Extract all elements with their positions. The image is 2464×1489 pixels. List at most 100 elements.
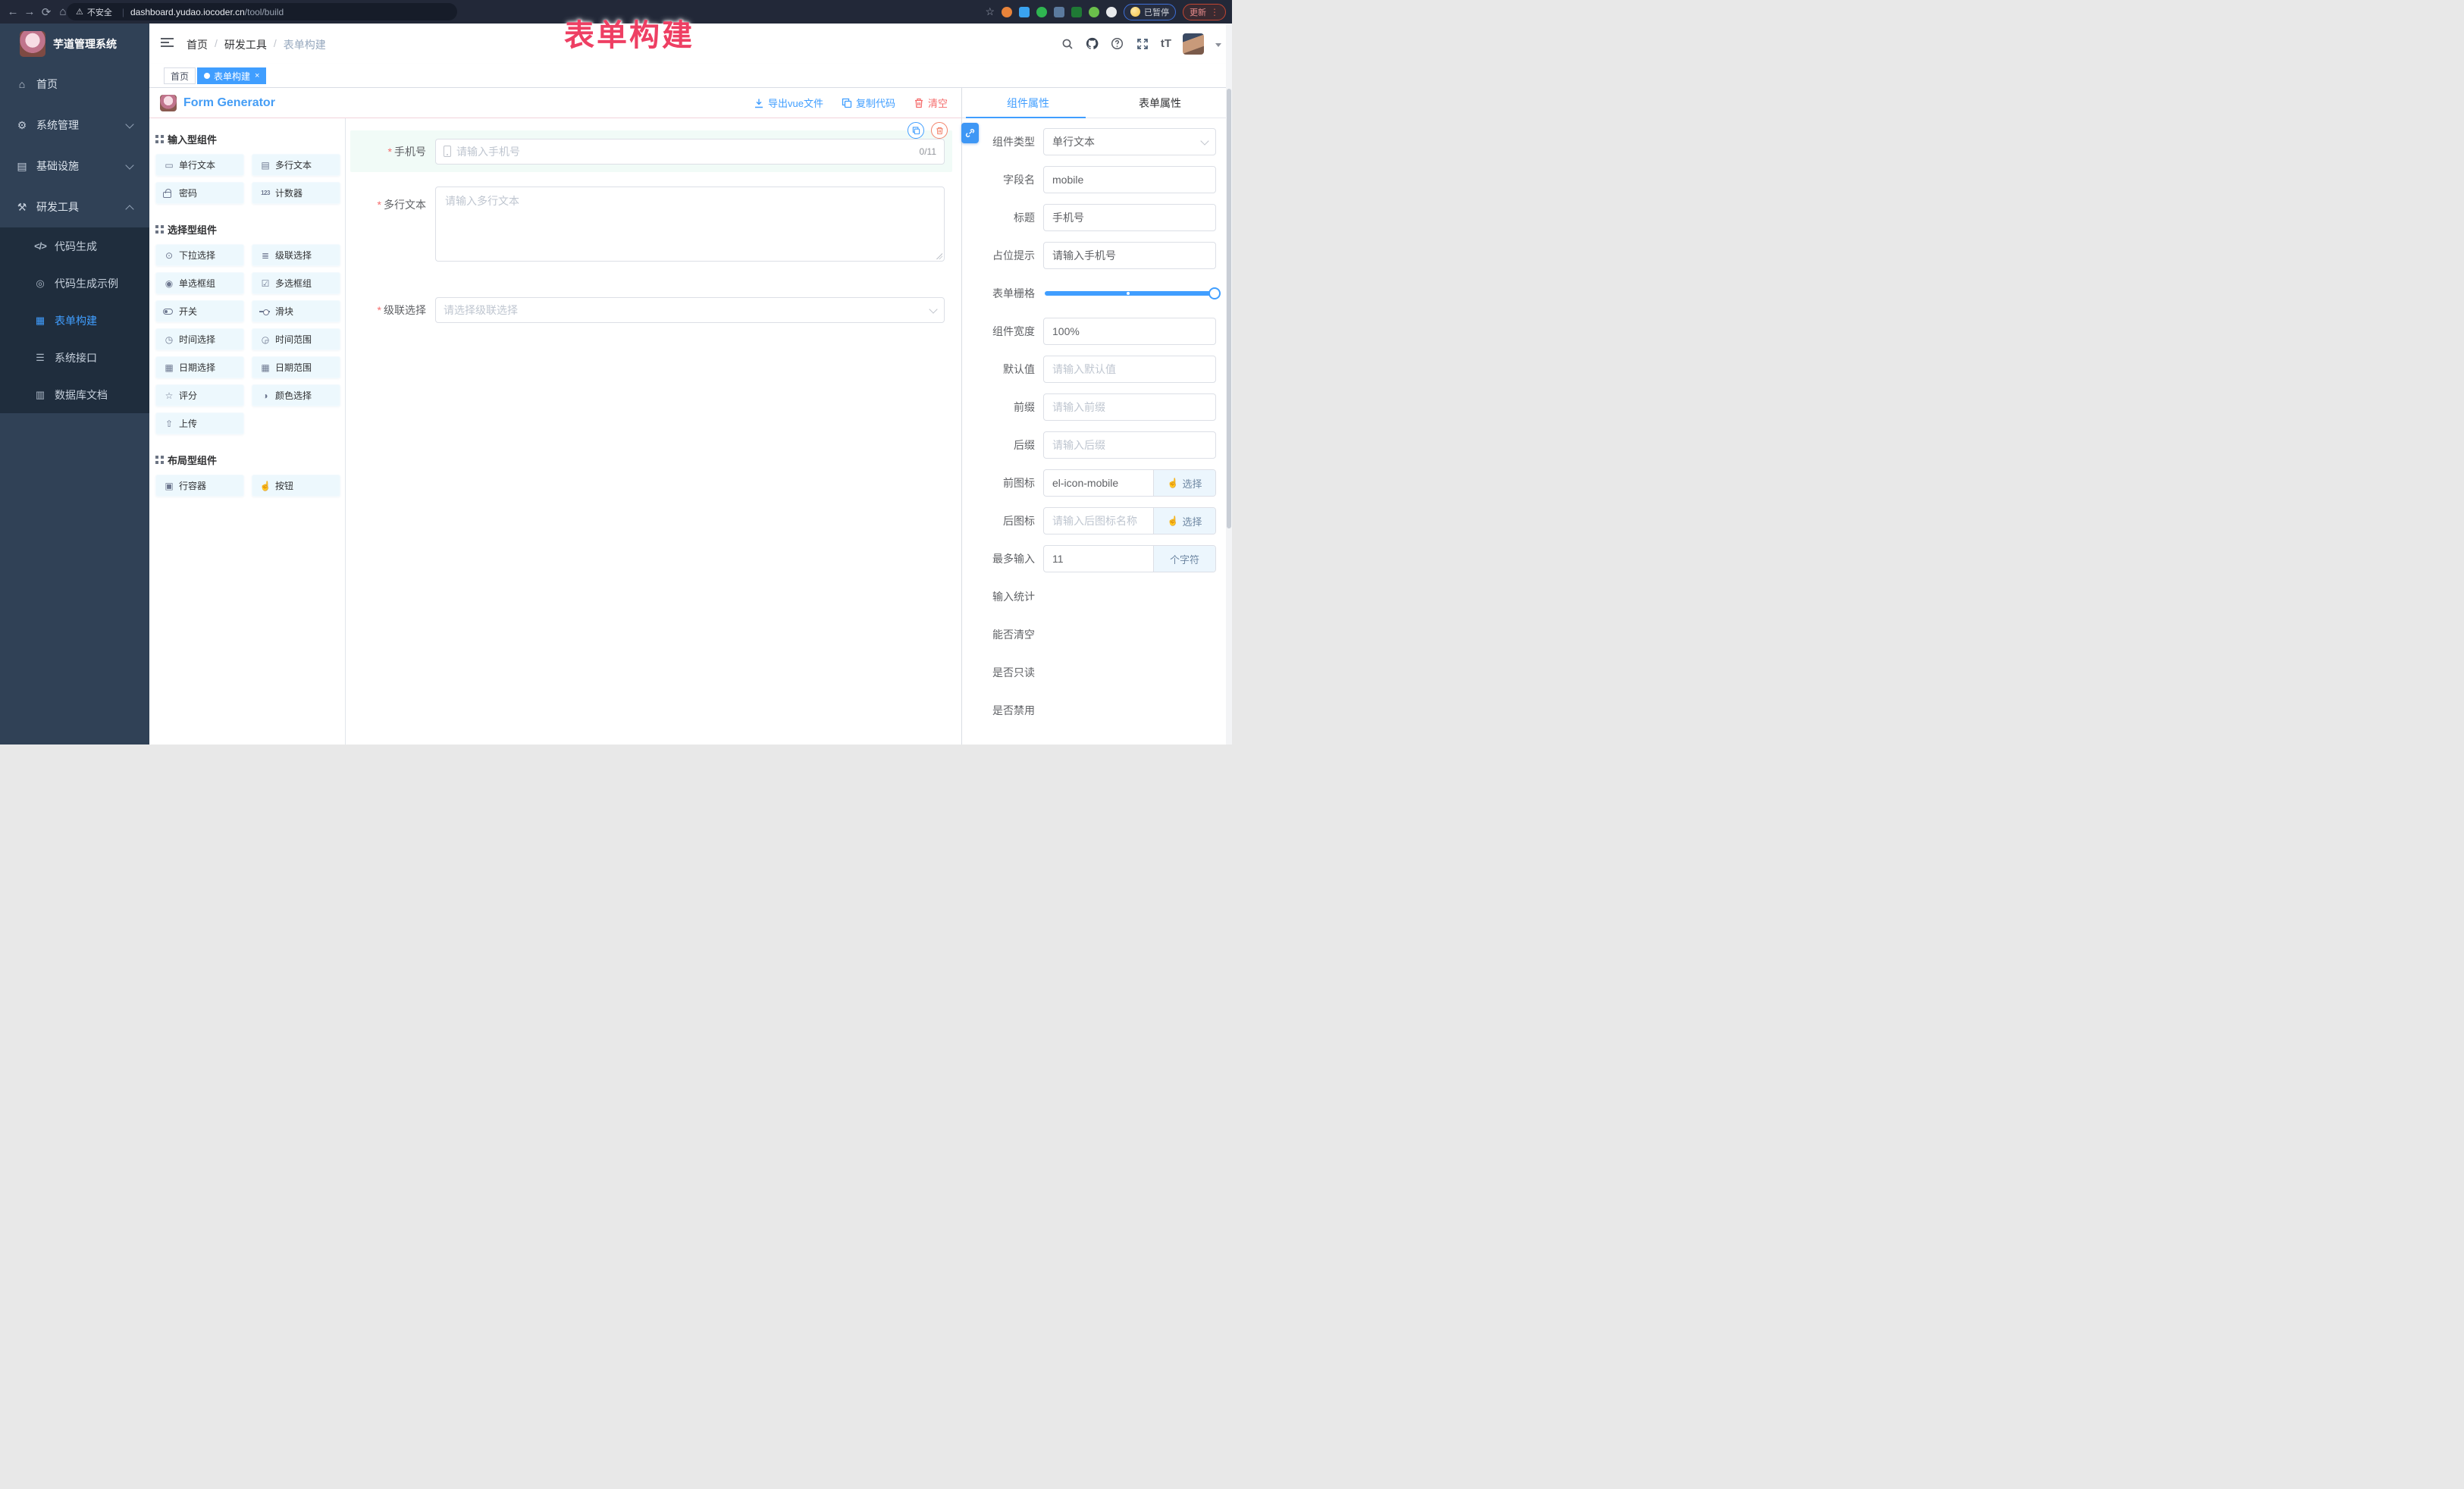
placeholder-input[interactable]: 请输入手机号 bbox=[1043, 242, 1216, 269]
sidebar-item-form-builder[interactable]: ▦ 表单构建 bbox=[0, 302, 149, 339]
extension-on-icon[interactable] bbox=[1071, 7, 1082, 17]
breadcrumb-home[interactable]: 首页 bbox=[187, 37, 208, 52]
choose-suffix-icon-button[interactable]: ☝选择 bbox=[1153, 508, 1215, 534]
prop-row-maxlength: 最多输入 11 个字符 bbox=[962, 545, 1226, 572]
chrome-update-button[interactable]: 更新 ⋮ bbox=[1183, 4, 1226, 20]
delete-field-button[interactable] bbox=[931, 122, 948, 139]
default-value-input[interactable]: 请输入默认值 bbox=[1043, 356, 1216, 383]
chevron-down-icon bbox=[125, 120, 133, 128]
palette-item-button[interactable]: ☝按钮 bbox=[252, 475, 340, 497]
palette-item-select[interactable]: ⊙下拉选择 bbox=[155, 244, 244, 266]
sidebar-item-codegen-demo[interactable]: ◎ 代码生成示例 bbox=[0, 265, 149, 302]
palette-item-counter[interactable]: 123计数器 bbox=[252, 182, 340, 204]
field-name-input[interactable]: mobile bbox=[1043, 166, 1216, 193]
extension-icon[interactable] bbox=[1019, 7, 1030, 17]
maxlength-input[interactable]: 11 个字符 bbox=[1043, 545, 1216, 572]
palette-item-date-range[interactable]: ▦日期范围 bbox=[252, 356, 340, 378]
duplicate-field-button[interactable] bbox=[908, 122, 924, 139]
browser-forward-icon[interactable]: → bbox=[21, 5, 38, 18]
github-icon[interactable] bbox=[1086, 37, 1099, 51]
data-binding-button[interactable] bbox=[961, 123, 979, 143]
component-width-input[interactable]: 100% bbox=[1043, 318, 1216, 345]
address-bar[interactable]: ⚠ 不安全 | dashboard.yudao.iocoder.cn/tool/… bbox=[67, 3, 457, 20]
export-vue-button[interactable]: 导出vue文件 bbox=[754, 96, 823, 110]
properties-panel: 组件属性 表单属性 组件类型 单行文本 字段名 mobile 标题 手机号 bbox=[961, 88, 1226, 744]
slider-handle[interactable] bbox=[1208, 287, 1221, 299]
sidebar-item-infra[interactable]: ▤ 基础设施 bbox=[0, 146, 149, 187]
user-menu-caret-icon[interactable] bbox=[1215, 43, 1221, 47]
canvas-field-textarea[interactable]: *多行文本 请输入多行文本 bbox=[350, 187, 952, 262]
gear-icon: ⚙ bbox=[15, 119, 29, 132]
title-input[interactable]: 手机号 bbox=[1043, 204, 1216, 231]
bookmark-star-icon[interactable]: ☆ bbox=[985, 5, 995, 18]
palette-item-cascader[interactable]: ≣级联选择 bbox=[252, 244, 340, 266]
close-tag-icon[interactable]: × bbox=[255, 71, 259, 80]
tab-form-props[interactable]: 表单属性 bbox=[1094, 88, 1226, 118]
palette-item-time-picker[interactable]: ◷时间选择 bbox=[155, 328, 244, 350]
cascader-select[interactable]: 请选择级联选择 bbox=[435, 297, 945, 323]
help-icon[interactable] bbox=[1111, 37, 1124, 51]
browser-back-icon[interactable]: ← bbox=[5, 5, 21, 18]
palette-item-row-container[interactable]: ▣行容器 bbox=[155, 475, 244, 497]
browser-menu-icon[interactable]: ⋮ bbox=[1210, 7, 1219, 17]
fullscreen-icon[interactable] bbox=[1136, 37, 1149, 51]
sidebar-collapse-icon[interactable] bbox=[161, 38, 174, 49]
suffix-input[interactable]: 请输入后缀 bbox=[1043, 431, 1216, 459]
form-generator-logo bbox=[160, 95, 177, 111]
palette-item-radio-group[interactable]: ◉单选框组 bbox=[155, 272, 244, 294]
sidebar-item-system-api[interactable]: ☰ 系统接口 bbox=[0, 339, 149, 376]
palette-item-checkbox-group[interactable]: ☑多选框组 bbox=[252, 272, 340, 294]
textarea-input[interactable]: 请输入多行文本 bbox=[435, 187, 945, 262]
canvas-field-cascader[interactable]: *级联选择 请选择级联选择 bbox=[350, 297, 952, 323]
palette-item-date-picker[interactable]: ▦日期选择 bbox=[155, 356, 244, 378]
palette-item-password[interactable]: 密码 bbox=[155, 182, 244, 204]
form-grid-slider[interactable] bbox=[1045, 291, 1215, 296]
user-avatar[interactable] bbox=[1183, 33, 1204, 55]
phone-placeholder: 请输入手机号 bbox=[456, 144, 520, 159]
canvas-field-phone-selected[interactable]: *手机号 请输入手机号 0/11 bbox=[350, 130, 952, 172]
form-canvas[interactable]: *手机号 请输入手机号 0/11 *多行文本 请输入多行文本 *级联选择 bbox=[346, 118, 961, 744]
resize-handle-icon[interactable] bbox=[936, 253, 942, 259]
download-icon bbox=[754, 98, 764, 108]
tag-form-builder[interactable]: 表单构建 × bbox=[197, 67, 266, 84]
scrollbar-thumb[interactable] bbox=[1227, 89, 1231, 528]
choose-prefix-icon-button[interactable]: ☝选择 bbox=[1153, 470, 1215, 496]
palette-item-single-text[interactable]: ▭单行文本 bbox=[155, 154, 244, 176]
copy-code-button[interactable]: 复制代码 bbox=[842, 96, 895, 110]
palette-item-time-range[interactable]: ◶时间范围 bbox=[252, 328, 340, 350]
palette-item-switch[interactable]: 开关 bbox=[155, 300, 244, 322]
sidebar-item-home[interactable]: ⌂ 首页 bbox=[0, 64, 149, 105]
extensions-puzzle-icon[interactable] bbox=[1106, 7, 1117, 17]
palette-item-textarea[interactable]: ▤多行文本 bbox=[252, 154, 340, 176]
tag-home[interactable]: 首页 bbox=[164, 67, 196, 84]
component-type-select[interactable]: 单行文本 bbox=[1043, 128, 1216, 155]
sidebar-item-devtools[interactable]: ⚒ 研发工具 bbox=[0, 187, 149, 227]
slider-icon bbox=[259, 311, 270, 312]
sidebar-item-db-doc[interactable]: ▥ 数据库文档 bbox=[0, 376, 149, 413]
extension-icon[interactable] bbox=[1002, 7, 1012, 17]
breadcrumb-devtools[interactable]: 研发工具 bbox=[224, 37, 267, 52]
browser-reload-icon[interactable]: ⟳ bbox=[38, 5, 55, 19]
row-container-icon: ▣ bbox=[163, 481, 175, 491]
phone-input[interactable]: 请输入手机号 0/11 bbox=[435, 139, 945, 165]
sidebar-item-codegen[interactable]: </> 代码生成 bbox=[0, 227, 149, 265]
palette-item-slider[interactable]: 滑块 bbox=[252, 300, 340, 322]
extension-icon[interactable] bbox=[1089, 7, 1099, 17]
prefix-input[interactable]: 请输入前缀 bbox=[1043, 393, 1216, 421]
sidebar-item-system[interactable]: ⚙ 系统管理 bbox=[0, 105, 149, 146]
page-scrollbar[interactable] bbox=[1226, 24, 1232, 744]
search-icon[interactable] bbox=[1061, 37, 1074, 51]
palette-item-rate[interactable]: ☆评分 bbox=[155, 384, 244, 406]
suffix-icon-input[interactable]: 请输入后图标名称 ☝选择 bbox=[1043, 507, 1216, 534]
profile-paused-badge[interactable]: 已暂停 bbox=[1124, 4, 1176, 20]
app-logo-row[interactable]: 芋道管理系统 bbox=[0, 24, 149, 64]
extension-icon[interactable] bbox=[1036, 7, 1047, 17]
palette-item-upload[interactable]: ⇧上传 bbox=[155, 412, 244, 434]
cascader-placeholder: 请选择级联选择 bbox=[444, 303, 518, 318]
extension-icon[interactable] bbox=[1054, 7, 1064, 17]
clear-button[interactable]: 清空 bbox=[914, 96, 948, 110]
tab-component-props[interactable]: 组件属性 bbox=[962, 88, 1094, 118]
font-size-icon[interactable]: tT bbox=[1161, 37, 1171, 50]
palette-item-color-picker[interactable]: ◑颜色选择 bbox=[252, 384, 340, 406]
prefix-icon-input[interactable]: el-icon-mobile ☝选择 bbox=[1043, 469, 1216, 497]
